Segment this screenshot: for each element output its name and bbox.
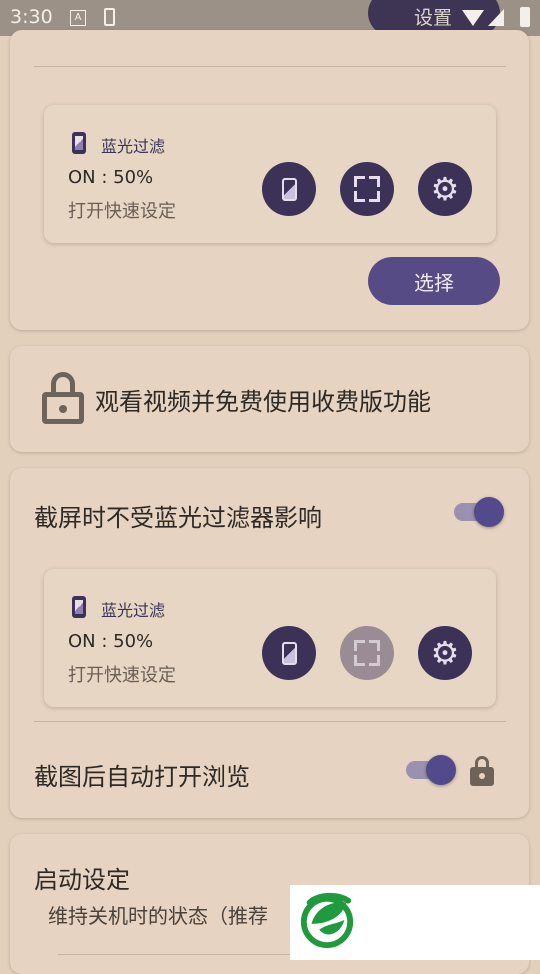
tile-subtitle: 打开快速设定 xyxy=(68,201,176,222)
tile-title: 蓝光过滤 xyxy=(101,601,166,620)
phone-filter-icon xyxy=(281,641,297,665)
divider xyxy=(58,954,290,955)
status-time: 3:30 xyxy=(10,6,53,28)
auto-open-browse-label: 截图后自动打开浏览 xyxy=(34,763,250,791)
wifi-icon xyxy=(462,10,484,26)
settings-button[interactable]: ⚙ xyxy=(418,162,472,216)
phone-filter-icon xyxy=(72,132,86,154)
screenshot-button-disabled xyxy=(340,626,394,680)
screenshot-button[interactable] xyxy=(340,162,394,216)
tile-status: ON : 50% xyxy=(68,167,154,188)
filter-toggle-button[interactable] xyxy=(262,626,316,680)
watermark-overlay xyxy=(290,885,540,960)
notification-phone-icon xyxy=(104,8,115,26)
select-button[interactable]: 选择 xyxy=(368,257,500,305)
battery-icon xyxy=(520,7,530,27)
phone-filter-icon xyxy=(72,596,86,618)
tile-status: ON : 50% xyxy=(68,631,154,652)
filter-toggle-button[interactable] xyxy=(262,162,316,216)
status-settings-label[interactable]: 设置 xyxy=(414,3,452,30)
notification-a-icon: A xyxy=(70,10,86,26)
lock-icon xyxy=(470,756,494,786)
leaf-logo-icon xyxy=(300,892,354,949)
promo-text: 观看视频并免费使用收费版功能 xyxy=(95,388,431,416)
gear-icon: ⚙ xyxy=(430,634,460,672)
divider xyxy=(34,721,506,722)
startup-subtitle: 维持关机时的状态（推荐 xyxy=(48,904,268,928)
lock-icon xyxy=(42,372,84,424)
screenshot-frame-icon xyxy=(354,176,380,202)
signal-icon xyxy=(488,9,504,26)
tile-title: 蓝光过滤 xyxy=(101,137,166,156)
divider xyxy=(34,66,506,67)
screenshot-frame-icon xyxy=(354,640,380,666)
startup-title: 启动设定 xyxy=(34,866,130,894)
tile-subtitle: 打开快速设定 xyxy=(68,665,176,686)
phone-filter-icon xyxy=(281,177,297,201)
settings-button[interactable]: ⚙ xyxy=(418,626,472,680)
gear-icon: ⚙ xyxy=(430,170,460,208)
screenshot-unaffected-toggle[interactable] xyxy=(452,496,504,528)
screenshot-unaffected-label: 截屏时不受蓝光过滤器影响 xyxy=(34,504,322,532)
auto-open-browse-toggle[interactable] xyxy=(404,754,456,786)
